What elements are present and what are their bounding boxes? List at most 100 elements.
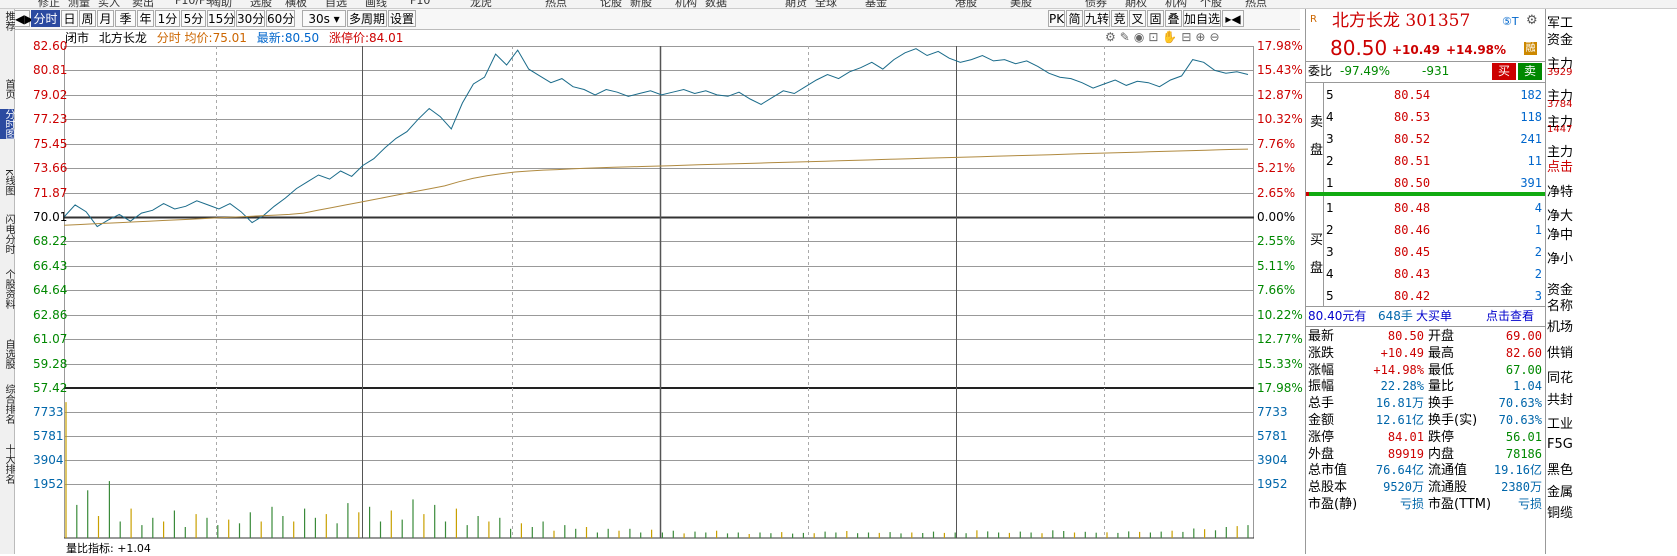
- tab-2[interactable]: 日: [61, 10, 78, 27]
- lock-icon[interactable]: ⊡: [1148, 30, 1162, 44]
- sell-button[interactable]: 卖: [1518, 63, 1542, 80]
- top-menu-item[interactable]: 陶助: [210, 0, 232, 8]
- top-menu-item[interactable]: 自选: [325, 0, 347, 8]
- tool-button-8[interactable]: 加自选: [1183, 10, 1221, 27]
- tool-button-4[interactable]: 竞: [1111, 10, 1128, 27]
- stat-label: 涨跌: [1308, 345, 1335, 361]
- tab-11[interactable]: 60分: [266, 10, 295, 27]
- pen-icon[interactable]: ✎: [1120, 30, 1134, 44]
- big-order-link[interactable]: 点击查看: [1486, 308, 1534, 325]
- top-menu-item[interactable]: 美股: [1010, 0, 1032, 8]
- edge-item: 3784: [1547, 99, 1573, 110]
- limit-up-label: 涨停价:: [329, 31, 370, 45]
- top-menu-item[interactable]: 全球: [815, 0, 837, 8]
- ask-volume: 11: [1527, 154, 1542, 168]
- sidebar-item-8[interactable]: 综合排名: [0, 384, 14, 424]
- sidebar-item-6[interactable]: 个股资料: [0, 269, 14, 309]
- stat-value: 19.16亿: [1493, 463, 1542, 478]
- top-menu-item[interactable]: 选股: [250, 0, 272, 8]
- top-menu-item[interactable]: 热点: [1245, 0, 1267, 8]
- st-icon[interactable]: ⑤T: [1502, 13, 1519, 30]
- top-menu-item[interactable]: 债券: [1085, 0, 1107, 8]
- top-menu-item[interactable]: 论股: [600, 0, 622, 8]
- bid-volume: 3: [1534, 289, 1542, 303]
- edge-item: 金属: [1547, 485, 1574, 500]
- zoom-out-icon[interactable]: ⊖: [1209, 30, 1223, 44]
- top-menu-item[interactable]: 港股: [955, 0, 977, 8]
- tab-9[interactable]: 15分: [207, 10, 235, 27]
- stat-value: 69.00: [1505, 329, 1542, 343]
- settings-icon[interactable]: ⚙: [1105, 30, 1120, 44]
- tab-8[interactable]: 5分: [181, 10, 206, 27]
- tool-button-7[interactable]: 叠: [1165, 10, 1182, 27]
- top-menu-item[interactable]: 龙虎: [470, 0, 492, 8]
- tool-button-5[interactable]: 叉: [1129, 10, 1146, 27]
- gear-icon[interactable]: ⚙: [1526, 12, 1538, 29]
- price-tick-left: 62.86: [33, 307, 68, 322]
- tool-button-6[interactable]: 固: [1147, 10, 1164, 27]
- top-menu-item[interactable]: 画线: [365, 0, 387, 8]
- tab-12[interactable]: 30s ▾: [302, 10, 346, 27]
- stat-value: 亏损: [1399, 497, 1424, 511]
- sidebar-item-5[interactable]: 闪电分时: [0, 214, 14, 254]
- left-sidebar: 推荐首页分时图 K线图闪电分时个股资料自选股综合排名十大排名: [0, 9, 15, 554]
- stat-label: 振幅: [1308, 379, 1335, 395]
- bid-volume: 1: [1534, 223, 1542, 237]
- tab-3[interactable]: 周: [79, 10, 96, 27]
- tab-4[interactable]: 月: [97, 10, 114, 27]
- top-menu-item[interactable]: 数据: [705, 0, 727, 8]
- zoom-in-icon[interactable]: ⊕: [1195, 30, 1209, 44]
- sidebar-item-3[interactable]: 分时图: [0, 109, 14, 139]
- sidebar-item-1[interactable]: 推荐: [0, 11, 14, 31]
- tab-5[interactable]: 季: [115, 10, 136, 27]
- edge-item: 工业: [1547, 417, 1574, 432]
- pct-tick-right: 2.65%: [1257, 185, 1296, 200]
- pct-tick-right: 12.77%: [1257, 332, 1303, 347]
- top-menu-item[interactable]: F10: [410, 0, 430, 7]
- top-menu-item[interactable]: F10/F9: [175, 0, 212, 7]
- tab-6[interactable]: 年: [137, 10, 154, 27]
- tab-1[interactable]: 分时: [31, 10, 60, 27]
- big-order-volume: 648手: [1378, 309, 1413, 323]
- sidebar-item-4[interactable]: K线图: [0, 169, 14, 196]
- bid-volume: 2: [1534, 245, 1542, 259]
- tab-14[interactable]: 设置: [388, 10, 416, 27]
- ask-side-label: 卖盘: [1310, 115, 1324, 158]
- unlock-icon[interactable]: ⊟: [1181, 30, 1195, 44]
- top-menu-item[interactable]: 测量: [68, 0, 90, 8]
- top-menu-item[interactable]: 买入: [98, 0, 120, 8]
- ask-level: 2: [1326, 154, 1334, 168]
- top-menu-item[interactable]: 卖出: [132, 0, 154, 8]
- top-menu-item[interactable]: 横板: [285, 0, 307, 8]
- sidebar-item-9[interactable]: 十大排名: [0, 444, 14, 484]
- sidebar-item-2[interactable]: 首页: [0, 79, 14, 99]
- top-menu-item[interactable]: 机构: [1165, 0, 1187, 8]
- pct-tick-right: 5.21%: [1257, 161, 1296, 176]
- tab-13[interactable]: 多周期: [347, 10, 387, 27]
- eye-icon[interactable]: ◉: [1134, 30, 1148, 44]
- top-menu-item[interactable]: 期权: [1125, 0, 1147, 8]
- stat-value: 78186: [1505, 446, 1542, 461]
- tool-button-2[interactable]: 简: [1066, 10, 1083, 27]
- hand-icon[interactable]: ✋: [1162, 30, 1181, 44]
- top-menu-item[interactable]: 期货: [785, 0, 807, 8]
- top-menu-item[interactable]: 个股: [1200, 0, 1222, 8]
- tab-7[interactable]: 1分: [155, 10, 180, 27]
- intraday-chart[interactable]: [64, 46, 1254, 554]
- tool-button-3[interactable]: 九转: [1084, 10, 1110, 27]
- buy-button[interactable]: 买: [1492, 63, 1516, 80]
- top-menu-item[interactable]: 新股: [630, 0, 652, 8]
- top-menu-item[interactable]: 基金: [865, 0, 887, 8]
- weibi-label: 委比: [1308, 64, 1333, 78]
- tool-button-1[interactable]: PK: [1048, 10, 1065, 27]
- tab-10[interactable]: 30分: [236, 10, 265, 27]
- top-menu-item[interactable]: 热点: [545, 0, 567, 8]
- edge-item: 共封: [1547, 393, 1574, 408]
- prev-icon[interactable]: ◀▶: [14, 10, 33, 27]
- ask-volume: 118: [1520, 110, 1542, 124]
- toolbar-more-icon[interactable]: ▸◀: [1222, 10, 1244, 27]
- top-menu-item[interactable]: 修正: [38, 0, 60, 8]
- top-menu-item[interactable]: 机构: [675, 0, 697, 8]
- sidebar-item-7[interactable]: 自选股: [0, 339, 14, 369]
- stat-label: 涨停: [1308, 429, 1335, 445]
